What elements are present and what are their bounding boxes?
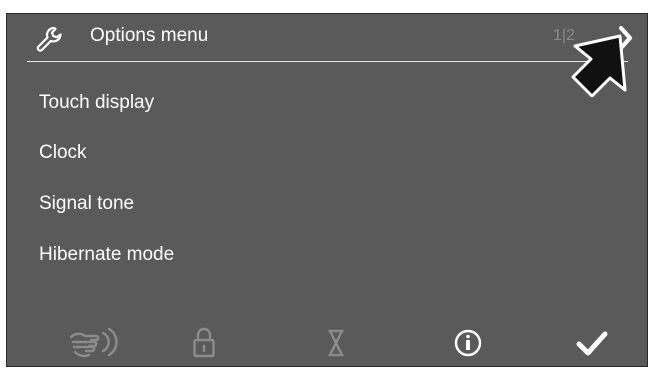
pointer-arrow-icon bbox=[571, 34, 627, 97]
info-icon[interactable] bbox=[453, 325, 483, 361]
wrench-icon bbox=[36, 26, 62, 52]
header: Options menu 1|2 bbox=[7, 14, 647, 61]
lock-icon[interactable] bbox=[192, 325, 216, 361]
bottom-toolbar bbox=[7, 319, 647, 368]
options-screen: Options menu 1|2 Touch display Clock Sig… bbox=[6, 13, 648, 367]
page-title: Options menu bbox=[90, 25, 209, 46]
menu-item-hibernate-mode[interactable]: Hibernate mode bbox=[39, 244, 174, 266]
checkmark-icon[interactable] bbox=[575, 325, 609, 361]
hand-wipe-icon[interactable] bbox=[65, 325, 121, 361]
hourglass-icon[interactable] bbox=[327, 325, 345, 361]
menu-item-clock[interactable]: Clock bbox=[39, 142, 87, 164]
header-divider bbox=[27, 61, 628, 62]
menu-item-touch-display[interactable]: Touch display bbox=[39, 92, 154, 114]
menu-item-signal-tone[interactable]: Signal tone bbox=[39, 193, 134, 215]
